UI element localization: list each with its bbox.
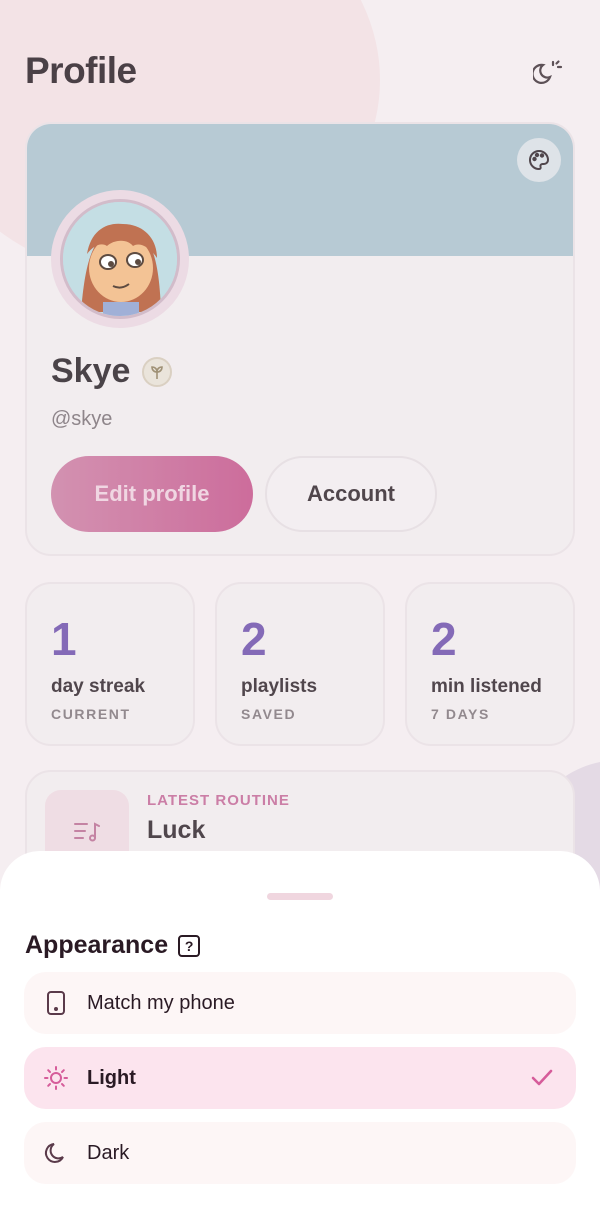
profile-screen: Profile Skye @skye Edit profile Account … (0, 0, 600, 1220)
option-light[interactable]: Light (24, 1047, 576, 1109)
sheet-drag-handle[interactable] (267, 893, 333, 900)
option-match-phone[interactable]: Match my phone (24, 972, 576, 1034)
sheet-header: Appearance ? (25, 931, 201, 960)
moon-icon (42, 1139, 70, 1167)
option-label: Dark (87, 1141, 130, 1164)
check-icon (531, 1069, 553, 1086)
option-label: Light (87, 1066, 136, 1089)
option-label: Match my phone (87, 991, 235, 1014)
option-dark[interactable]: Dark (24, 1122, 576, 1184)
sun-icon (42, 1064, 70, 1092)
help-icon[interactable]: ? (178, 934, 201, 957)
sheet-title: Appearance (25, 931, 169, 959)
appearance-bottom-sheet: Appearance ? Match my phone Light Dark (0, 851, 600, 1220)
phone-icon (42, 989, 70, 1017)
